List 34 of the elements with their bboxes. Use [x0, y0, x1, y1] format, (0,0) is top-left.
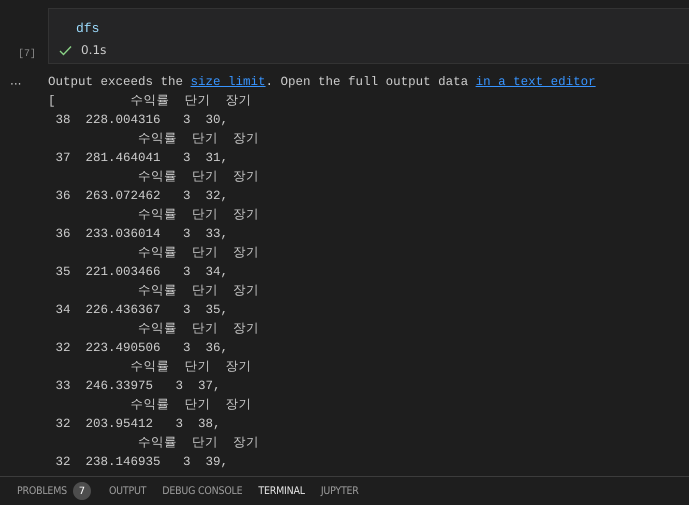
output-line: 35 221.003466 3 34,: [54, 264, 228, 281]
output-line: 수익률 단기 장기: [137, 131, 260, 148]
output-line: 수익률 단기 장기: [137, 207, 260, 224]
output-line: 32 238.146935 3 39,: [54, 454, 228, 471]
count-badge: 7: [72, 482, 91, 500]
code-text: dfs: [76, 21, 100, 36]
output-line: 수익률 단기 장기: [130, 359, 252, 376]
output-line: 수익률 단기 장기: [137, 435, 260, 452]
output-line: 32 203.95412 3 38,: [54, 416, 221, 433]
panel-tab[interactable]: PROBLEMS: [9, 483, 75, 499]
panel-tab[interactable]: TERMINAL: [250, 483, 313, 499]
output-line: 38 228.004316 3 30,: [54, 112, 228, 129]
output-line: 36 233.036014 3 33,: [54, 226, 228, 243]
panel-tab[interactable]: DEBUG CONSOLE: [154, 483, 250, 499]
output-line: 수익률 단기 장기: [137, 245, 260, 262]
execution-time: 0.1s: [81, 43, 106, 57]
output-notice: Output exceeds the size limit. Open the full output data in a text editor: [48, 74, 596, 91]
panel-tab[interactable]: OUTPUT: [100, 483, 154, 499]
code-cell[interactable]: dfs 0.1s: [48, 8, 689, 64]
output-line: 수익률 단기 장기: [137, 169, 260, 186]
output-line: 37 281.464041 3 31,: [54, 150, 228, 167]
output-line: 수익률 단기 장기: [130, 397, 252, 414]
text-editor-link[interactable]: in a text editor: [476, 75, 596, 89]
size-limit-link[interactable]: size limit: [190, 75, 266, 89]
output-line: 32 223.490506 3 36,: [54, 340, 228, 357]
output-line: 33 246.33975 3 37,: [54, 378, 221, 395]
panel-tab[interactable]: JUPYTER: [312, 483, 367, 499]
more-actions-button[interactable]: ···: [10, 77, 22, 91]
output-line: 수익률 단기 장기: [137, 321, 260, 338]
output-line: [ 수익률 단기 장기: [48, 93, 252, 110]
output-line: 수익률 단기 장기: [137, 283, 260, 300]
output-line: 36 263.072462 3 32,: [54, 188, 228, 205]
execution-count: [7]: [18, 49, 36, 60]
output-line: 34 226.436367 3 35,: [54, 302, 228, 319]
